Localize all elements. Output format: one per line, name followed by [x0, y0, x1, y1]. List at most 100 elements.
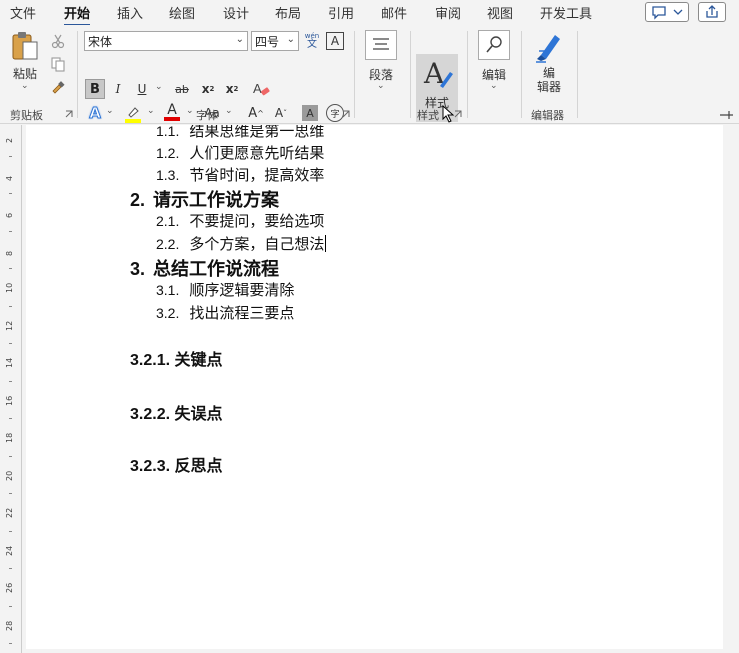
- character-border-button[interactable]: A: [326, 32, 344, 50]
- paragraph-button[interactable]: 段落 ⌄: [362, 29, 400, 93]
- subscript-button[interactable]: x2: [198, 80, 218, 98]
- brush-icon: [52, 81, 65, 94]
- copy-button[interactable]: [48, 55, 68, 73]
- ruler-number: 14: [5, 357, 14, 368]
- ruler-tick: [9, 380, 12, 382]
- group-separator: [521, 31, 522, 118]
- tab-layout[interactable]: 布局: [275, 3, 301, 22]
- tab-home[interactable]: 开始: [64, 3, 91, 27]
- chevron-down-icon[interactable]: ⌄: [155, 82, 163, 92]
- editor-label: 编 辑器: [528, 66, 570, 94]
- tab-developer[interactable]: 开发工具: [540, 3, 592, 22]
- ruler-number: 24: [5, 545, 14, 556]
- list-number: 1.3.: [156, 167, 180, 183]
- chevron-down-icon: ⌄: [21, 81, 29, 91]
- dialog-launcher-icon[interactable]: [65, 110, 73, 118]
- ribbon-tab-bar: 文件 开始 插入 绘图 设计 布局 引用 邮件 审阅 视图 开发工具: [0, 0, 739, 27]
- paste-button[interactable]: 粘贴 ⌄: [8, 29, 42, 95]
- list-number: 3.2.: [156, 305, 180, 321]
- ruler-tick: [9, 568, 12, 570]
- list-item[interactable]: 1.3. 节省时间，提高效率: [156, 164, 324, 185]
- heading-text: 关键点: [174, 352, 223, 369]
- share-button[interactable]: [698, 2, 726, 22]
- ruler-number: 20: [5, 470, 14, 481]
- copy-icon: [51, 57, 65, 72]
- tab-insert[interactable]: 插入: [117, 3, 143, 22]
- format-painter-button[interactable]: [48, 78, 68, 96]
- editor-button[interactable]: 编 辑器: [528, 29, 570, 97]
- chevron-down-icon[interactable]: ⌄: [225, 106, 233, 116]
- tab-mailings[interactable]: 邮件: [381, 3, 407, 22]
- scissors-icon: [51, 34, 65, 49]
- heading-3[interactable]: 3.2.1. 关键点: [130, 346, 223, 370]
- heading-number: 3.2.3.: [130, 458, 171, 475]
- heading-item[interactable]: 3. 总结工作说流程: [130, 255, 279, 281]
- tab-view[interactable]: 视图: [487, 3, 513, 22]
- ruler-number: 26: [5, 582, 14, 593]
- chevron-down-icon: ⌄: [235, 34, 244, 45]
- list-item[interactable]: 3.1. 顺序逻辑要清除: [156, 279, 294, 300]
- paste-icon: [12, 32, 38, 60]
- tab-references[interactable]: 引用: [328, 3, 354, 22]
- vertical-scrollbar[interactable]: [723, 125, 739, 649]
- list-number: 2.1.: [156, 213, 180, 229]
- italic-button[interactable]: I: [110, 80, 126, 98]
- comments-button[interactable]: [645, 2, 689, 22]
- text-cursor: [325, 235, 327, 252]
- heading-item[interactable]: 2. 请示工作说方案: [130, 186, 279, 212]
- heading-3[interactable]: 3.2.2. 失误点: [130, 400, 223, 424]
- dialog-launcher-icon[interactable]: [342, 110, 350, 118]
- pin-ribbon-icon[interactable]: [718, 109, 734, 121]
- superscript-button[interactable]: x2: [222, 80, 242, 98]
- dialog-launcher-icon[interactable]: [454, 110, 462, 118]
- font-color-button[interactable]: A: [162, 101, 182, 123]
- tab-draw[interactable]: 绘图: [169, 3, 195, 22]
- text-effects-button[interactable]: A: [85, 104, 105, 123]
- heading-3[interactable]: 3.2.3. 反思点: [130, 452, 223, 476]
- tab-review[interactable]: 审阅: [435, 3, 461, 22]
- font-name-select[interactable]: 宋体 ⌄: [84, 31, 248, 51]
- ruler-tick: [9, 605, 12, 607]
- phonetic-guide-button[interactable]: wén 文: [302, 30, 322, 52]
- font-group-label: 字体: [196, 109, 218, 122]
- ruler-tick: [9, 343, 12, 345]
- ruler-tick: [9, 493, 12, 495]
- font-color-swatch: [164, 117, 180, 121]
- list-item[interactable]: 1.2. 人们更愿意先听结果: [156, 142, 324, 163]
- editing-button[interactable]: 编辑 ⌄: [475, 29, 513, 93]
- chevron-down-icon[interactable]: ⌄: [147, 106, 155, 116]
- highlight-color-button[interactable]: [123, 104, 143, 124]
- svg-text:A: A: [253, 81, 262, 96]
- list-item[interactable]: 1.1. 结果思维是第一思维: [156, 125, 324, 141]
- list-item[interactable]: 3.2. 找出流程三要点: [156, 302, 294, 323]
- character-shading-button[interactable]: A: [302, 105, 318, 121]
- grow-font-button[interactable]: A ^: [246, 104, 266, 122]
- strikethrough-button[interactable]: ab: [172, 80, 192, 98]
- tab-file[interactable]: 文件: [10, 3, 36, 22]
- tab-design[interactable]: 设计: [223, 3, 249, 22]
- list-item[interactable]: 2.2. 多个方案，自己想法: [156, 233, 327, 254]
- ruler-number: 18: [5, 432, 14, 443]
- cut-button[interactable]: [48, 32, 68, 50]
- document-page[interactable]: 1.1. 结果思维是第一思维 1.2. 人们更愿意先听结果 1.3. 节省时间，提高效…: [26, 125, 723, 649]
- group-separator: [467, 31, 468, 118]
- heading-number: 3.2.2.: [130, 406, 171, 423]
- group-separator: [410, 31, 411, 118]
- list-item[interactable]: 2.1. 不要提问，要给选项: [156, 210, 324, 231]
- clear-formatting-button[interactable]: A: [251, 79, 271, 99]
- highlighter-icon: [125, 107, 141, 123]
- ruler-number: 10: [5, 282, 14, 293]
- text-effects-icon: A: [89, 104, 102, 123]
- font-size-select[interactable]: 四号 ⌄: [251, 31, 299, 51]
- ruler-tick: [9, 230, 12, 232]
- bold-button[interactable]: B: [85, 79, 105, 99]
- word-window: 文件 开始 插入 绘图 设计 布局 引用 邮件 审阅 视图 开发工具 粘贴 ⌄ …: [0, 0, 739, 653]
- phonetic-bottom: 文: [307, 38, 317, 50]
- list-number: 1.2.: [156, 145, 180, 161]
- paragraph-icon-box: [365, 30, 397, 60]
- heading-text: 失误点: [174, 406, 223, 423]
- shrink-font-button[interactable]: Aˇ: [271, 104, 291, 122]
- underline-button[interactable]: U: [134, 80, 150, 98]
- chevron-down-icon[interactable]: ⌄: [186, 106, 194, 116]
- chevron-down-icon[interactable]: ⌄: [106, 106, 114, 116]
